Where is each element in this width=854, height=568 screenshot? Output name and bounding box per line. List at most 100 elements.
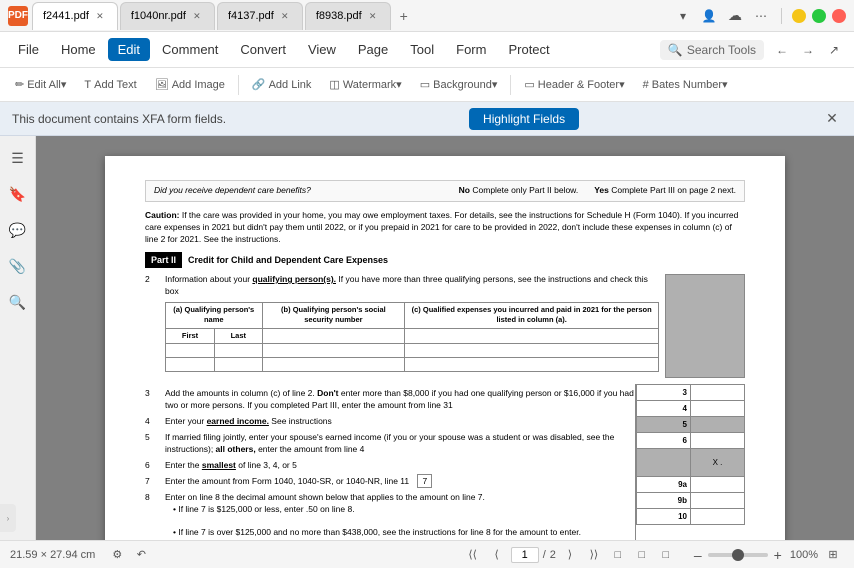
menu-item-edit[interactable]: Edit [108,38,150,61]
share-button[interactable]: ↗ [822,38,846,62]
right-row-3: 3 [637,385,745,401]
toolbar-btn-add-text[interactable]: TAdd Text [77,76,143,94]
line-2-num: 2 [145,274,159,378]
tab-close-t2[interactable]: ✕ [190,9,204,23]
nav-thumbnail-2[interactable]: □ [632,545,652,565]
title-bar: PDF f2441.pdf✕f1040nr.pdf✕f4137.pdf✕f893… [0,0,854,32]
add-tab-button[interactable]: + [393,5,415,27]
sidebar-icon-bookmark[interactable]: 🔖 [4,180,32,208]
toolbar: ✏Edit All▾TAdd Text🖼Add Image🔗Add Link◫W… [0,68,854,102]
menu-item-view[interactable]: View [298,38,346,61]
sidebar-icon-search[interactable]: 🔍 [4,288,32,316]
minimize-button[interactable] [792,9,806,23]
right-row-4: 4 [637,401,745,417]
user-icon[interactable]: 👤 [699,6,719,26]
menu-item-convert[interactable]: Convert [230,38,296,61]
bottom-tool-buttons: ⚙ ↶ [107,545,151,565]
tab-t2[interactable]: f1040nr.pdf ✕ [120,2,215,30]
add-image-label: Add Image [172,79,225,91]
line-item-7: 7 Enter the amount from Form 1040, 1040-… [145,476,635,488]
settings-button[interactable]: ⚙ [107,545,127,565]
notice-no: No Complete only Part II below. [459,185,579,197]
add-text-label: Add Text [94,79,137,91]
toolbar-btn-edit-all[interactable]: ✏Edit All▾ [8,75,73,94]
menu-item-file[interactable]: File [8,38,49,61]
more-options-icon[interactable]: ⋯ [751,6,771,26]
app-icon: PDF [8,6,28,26]
right-row-9a: 9a [637,477,745,493]
watermark-icon: ◫ [329,78,339,91]
zoom-out-button[interactable]: – [692,547,704,563]
lines-area: 3 Add the amounts in column (c) of line … [145,384,745,540]
zoom-in-button[interactable]: + [772,547,784,563]
highlight-fields-button[interactable]: Highlight Fields [469,108,579,130]
tab-t1[interactable]: f2441.pdf✕ [32,2,118,30]
info-close-button[interactable]: ✕ [822,109,842,129]
tab-close-t3[interactable]: ✕ [278,9,292,23]
page-number-input[interactable] [511,547,539,563]
page-navigation: ⟨⟨ ⟨ / 2 ⟩ ⟩⟩ □ □ □ [463,545,676,565]
notice-yes: Yes Complete Part III on page 2 next. [594,185,736,197]
toolbar-btn-add-image[interactable]: 🖼Add Image [148,75,232,94]
tabs-area: f2441.pdf✕f1040nr.pdf✕f4137.pdf✕f8938.pd… [32,2,669,30]
bates-number-icon: # [643,79,649,91]
info-bar: This document contains XFA form fields. … [0,102,854,136]
menu-item-tool[interactable]: Tool [400,38,444,61]
line-2-shaded-col [665,274,745,378]
doc-scroll[interactable]: Did you receive dependent care benefits?… [36,136,854,540]
nav-thumbnail-3[interactable]: □ [656,545,676,565]
zoom-slider[interactable] [708,553,768,557]
right-col-table: 3 4 5 6 [636,384,745,525]
tab-t3[interactable]: f4137.pdf ✕ [217,2,303,30]
nav-next-button[interactable]: ⟩ [560,545,580,565]
toolbar-btn-header-footer[interactable]: ▭Header & Footer▾ [517,75,631,94]
toolbar-btn-watermark[interactable]: ◫Watermark▾ [322,75,408,94]
add-text-icon: T [84,79,91,91]
bottom-bar: 21.59 × 27.94 cm ⚙ ↶ ⟨⟨ ⟨ / 2 ⟩ ⟩⟩ □ □ □… [0,540,854,568]
toolbar-btn-add-link[interactable]: 🔗Add Link [245,75,319,94]
nav-prev-button[interactable]: ⟨ [487,545,507,565]
nav-last-button[interactable]: ⟩⟩ [584,545,604,565]
col-first-header: First [166,328,215,344]
tab-label: f4137.pdf [228,10,274,22]
line-2-text: Information about your qualifying person… [165,274,659,298]
sidebar-icon-navigation[interactable]: ☰ [4,144,32,172]
sidebar-expand-button[interactable]: › [0,504,16,532]
menu-item-home[interactable]: Home [51,38,106,61]
nav-back-button[interactable]: ← [770,38,794,62]
zoom-thumb [732,549,744,561]
menu-item-page[interactable]: Page [348,38,398,61]
nav-first-button[interactable]: ⟨⟨ [463,545,483,565]
nav-thumbnail-1[interactable]: □ [608,545,628,565]
toolbar-btn-bates-number[interactable]: #Bates Number▾ [636,75,735,94]
tab-close-t4[interactable]: ✕ [366,9,380,23]
menu-item-protect[interactable]: Protect [498,38,559,61]
line-2-area: 2 Information about your qualifying pers… [145,274,745,378]
tab-close-t1[interactable]: ✕ [93,9,107,23]
page-total: 2 [550,549,556,561]
sidebar-icon-comment[interactable]: 💬 [4,216,32,244]
tab-t4[interactable]: f8938.pdf✕ [305,2,391,30]
toolbar-separator [238,75,239,95]
menu-item-comment[interactable]: Comment [152,38,228,61]
close-button[interactable] [832,9,846,23]
notice-left: Did you receive dependent care benefits? [154,185,311,197]
search-tools-area[interactable]: 🔍 Search Tools [660,40,764,60]
tab-label: f1040nr.pdf [131,10,186,22]
notice-question: Did you receive dependent care benefits? [154,185,311,197]
notice-right: No Complete only Part II below. Yes Comp… [459,185,736,197]
fit-page-button[interactable]: ⊞ [822,544,844,566]
chevron-down-icon[interactable]: ▾ [673,6,693,26]
col-b-header: (b) Qualifying person's social security … [262,302,405,328]
sidebar-icon-attachment[interactable]: 📎 [4,252,32,280]
rotate-button[interactable]: ↶ [131,545,151,565]
toolbar-btn-background[interactable]: ▭Background▾ [413,75,505,94]
cloud-icon[interactable]: ☁ [725,6,745,26]
maximize-button[interactable] [812,9,826,23]
line-2-content: Information about your qualifying person… [165,274,659,378]
nav-forward-button[interactable]: → [796,38,820,62]
part-ii-label: Part II [145,252,182,269]
right-row-5: 5 [637,417,745,433]
menu-item-form[interactable]: Form [446,38,496,61]
info-message: This document contains XFA form fields. [12,112,226,126]
